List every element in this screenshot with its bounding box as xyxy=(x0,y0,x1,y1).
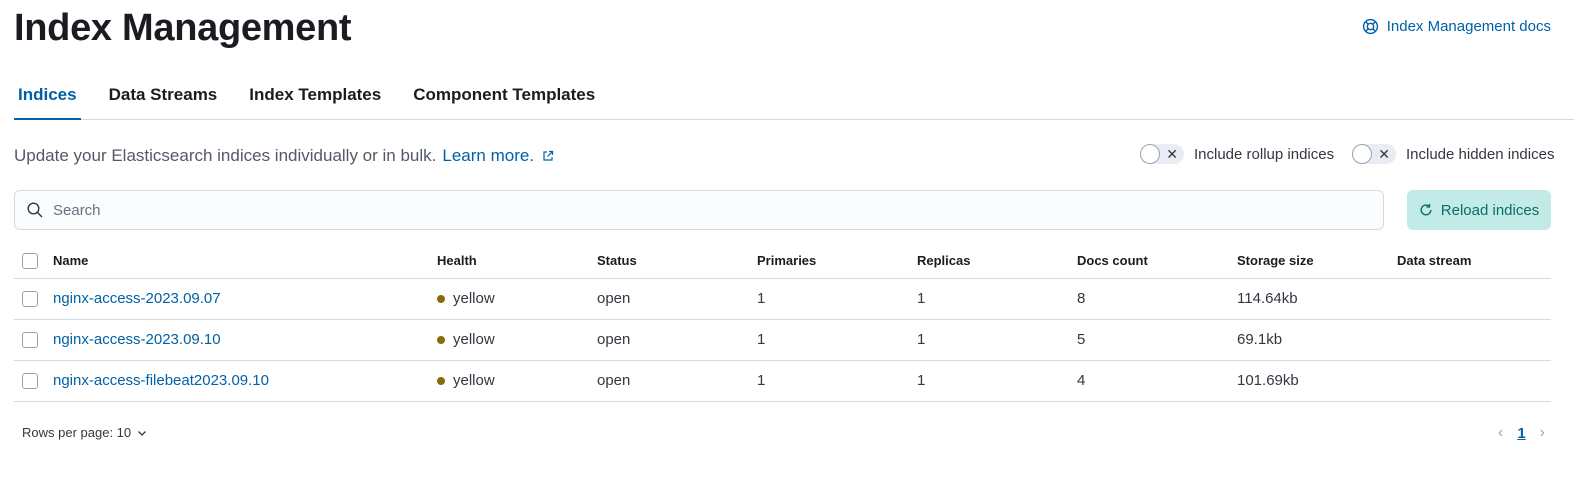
switch-knob xyxy=(1352,144,1372,164)
page-title: Index Management xyxy=(14,7,352,49)
chevron-down-icon xyxy=(138,430,147,436)
index-name-link[interactable]: nginx-access-2023.09.10 xyxy=(53,331,221,348)
docs-link-label: Index Management docs xyxy=(1386,18,1551,35)
rows-per-page-label: Rows per page: 10 xyxy=(22,425,132,440)
health-cell: yellow xyxy=(437,331,495,348)
chevron-left-icon[interactable]: ‹ xyxy=(1498,424,1503,442)
health-dot-icon xyxy=(437,294,445,303)
lifebuoy-icon xyxy=(1362,18,1378,35)
index-name-link[interactable]: nginx-access-filebeat2023.09.10 xyxy=(53,372,269,389)
table-row: nginx-access-2023.09.07 yellow open 1 1 … xyxy=(14,278,1551,320)
chevron-right-icon[interactable]: › xyxy=(1540,424,1545,442)
tab-data-streams[interactable]: Data Streams xyxy=(105,76,222,120)
replicas-cell: 1 xyxy=(917,278,1077,320)
health-cell: yellow xyxy=(437,372,495,389)
table-header-row: Name Health Status Primaries Replicas Do… xyxy=(14,244,1551,279)
data-stream-cell xyxy=(1397,360,1551,402)
refresh-icon xyxy=(1420,203,1432,216)
primaries-cell: 1 xyxy=(757,319,917,361)
column-header-docs-count[interactable]: Docs count xyxy=(1077,244,1237,279)
intro-description: Update your Elasticsearch indices indivi… xyxy=(14,146,437,165)
page-number[interactable]: 1 xyxy=(1517,425,1525,442)
health-cell: yellow xyxy=(437,290,495,307)
storage-size-cell: 101.69kb xyxy=(1237,360,1397,402)
pagination: ‹ 1 › xyxy=(1498,424,1545,442)
column-header-name[interactable]: Name xyxy=(53,244,437,279)
switch-knob xyxy=(1140,144,1160,164)
docs-count-cell: 8 xyxy=(1077,278,1237,320)
external-link-icon xyxy=(543,150,554,161)
row-checkbox[interactable] xyxy=(22,290,38,307)
data-stream-cell xyxy=(1397,278,1551,320)
health-label: yellow xyxy=(453,331,495,349)
data-stream-cell xyxy=(1397,319,1551,361)
status-cell: open xyxy=(597,278,757,320)
select-all-checkbox[interactable] xyxy=(22,252,38,269)
column-header-storage-size[interactable]: Storage size xyxy=(1237,244,1397,279)
primaries-cell: 1 xyxy=(757,360,917,402)
hidden-switch-group: ✕ Include hidden indices xyxy=(1352,144,1554,164)
column-header-status[interactable]: Status xyxy=(597,244,757,279)
table-row: nginx-access-filebeat2023.09.10 yellow o… xyxy=(14,360,1551,402)
tab-bar: Indices Data Streams Index Templates Com… xyxy=(14,76,1574,120)
search-icon xyxy=(27,202,43,218)
storage-size-cell: 69.1kb xyxy=(1237,319,1397,361)
health-dot-icon xyxy=(437,335,445,344)
rows-per-page-selector[interactable]: Rows per page: 10 xyxy=(22,425,147,440)
docs-count-cell: 4 xyxy=(1077,360,1237,402)
cross-icon: ✕ xyxy=(1378,146,1390,162)
row-checkbox[interactable] xyxy=(22,372,38,389)
tab-component-templates[interactable]: Component Templates xyxy=(409,76,599,120)
reload-indices-button[interactable]: Reload indices xyxy=(1407,190,1551,230)
replicas-cell: 1 xyxy=(917,319,1077,361)
status-cell: open xyxy=(597,319,757,361)
health-label: yellow xyxy=(453,290,495,308)
rollup-switch-group: ✕ Include rollup indices xyxy=(1140,144,1334,164)
column-header-health[interactable]: Health xyxy=(437,244,597,279)
status-cell: open xyxy=(597,360,757,402)
column-header-replicas[interactable]: Replicas xyxy=(917,244,1077,279)
intro-text: Update your Elasticsearch indices indivi… xyxy=(14,146,554,166)
primaries-cell: 1 xyxy=(757,278,917,320)
table-row: nginx-access-2023.09.10 yellow open 1 1 … xyxy=(14,319,1551,361)
hidden-indices-label: Include hidden indices xyxy=(1406,145,1555,163)
tab-indices[interactable]: Indices xyxy=(14,76,81,120)
rollup-indices-label: Include rollup indices xyxy=(1194,145,1335,163)
replicas-cell: 1 xyxy=(917,360,1077,402)
rollup-indices-switch[interactable]: ✕ xyxy=(1140,144,1184,164)
hidden-indices-switch[interactable]: ✕ xyxy=(1352,144,1396,164)
indices-table: Name Health Status Primaries Replicas Do… xyxy=(14,244,1551,402)
search-box xyxy=(14,190,1384,230)
storage-size-cell: 114.64kb xyxy=(1237,278,1397,320)
tab-index-templates[interactable]: Index Templates xyxy=(245,76,385,120)
health-label: yellow xyxy=(453,372,495,390)
search-input[interactable] xyxy=(53,201,1383,219)
learn-more-link[interactable]: Learn more. xyxy=(442,146,534,166)
column-header-data-stream[interactable]: Data stream xyxy=(1397,244,1551,279)
row-checkbox[interactable] xyxy=(22,331,38,348)
docs-count-cell: 5 xyxy=(1077,319,1237,361)
health-dot-icon xyxy=(437,376,445,385)
docs-link[interactable]: Index Management docs xyxy=(1362,18,1551,35)
cross-icon: ✕ xyxy=(1166,146,1178,162)
index-name-link[interactable]: nginx-access-2023.09.07 xyxy=(53,290,221,307)
reload-indices-label: Reload indices xyxy=(1440,201,1540,219)
column-header-primaries[interactable]: Primaries xyxy=(757,244,917,279)
